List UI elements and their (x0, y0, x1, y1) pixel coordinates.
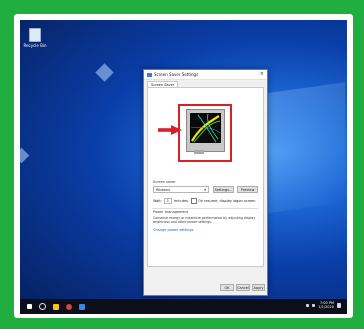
notifications-icon[interactable] (337, 302, 341, 308)
recycle-bin-label: Recycle Bin (23, 43, 47, 48)
screen-saver-app-icon (147, 72, 152, 77)
resume-logon-checkbox[interactable] (191, 198, 198, 204)
preview-button[interactable]: Preview (237, 186, 258, 193)
settings-button[interactable]: Settings... (213, 186, 234, 193)
search-icon[interactable] (39, 303, 46, 310)
dialog-title: Screen Saver Settings (154, 72, 199, 77)
start-windows-icon[interactable] (27, 304, 32, 309)
file-explorer-icon[interactable] (53, 303, 59, 310)
network-icon[interactable] (306, 303, 310, 307)
recycle-bin-icon (29, 28, 41, 42)
section-divider (152, 208, 258, 209)
preview-highlight-box (178, 104, 232, 162)
volume-icon[interactable] (312, 303, 316, 307)
red-arrow-icon (158, 125, 182, 135)
browser-icon[interactable] (66, 303, 72, 310)
wait-minutes-stepper[interactable]: 1 (163, 198, 172, 204)
chevron-down-icon: ▾ (204, 188, 206, 192)
close-icon[interactable]: × (260, 72, 264, 77)
preview-monitor-stand (194, 150, 204, 154)
ribbons-preview-graphic (190, 113, 221, 143)
wallpaper-diamond-shape (20, 147, 30, 164)
taskbar: 7:00 PM 1/1/2020 (20, 299, 347, 314)
screen-saver-settings-dialog: Screen Saver Settings × Screen Saver Scr… (143, 69, 268, 296)
wait-row: Wait: 1 minutes On resume, display logon… (153, 198, 256, 204)
power-management-label: Power management (153, 210, 189, 214)
dialog-titlebar: Screen Saver Settings × (144, 70, 267, 80)
resume-logon-label: On resume, display logon screen (198, 199, 256, 203)
change-power-settings-link[interactable]: Change power settings (153, 228, 193, 232)
screen-saver-selected-value: Ribbons (156, 188, 171, 192)
wallpaper-diamond-shape (95, 63, 114, 82)
apply-button[interactable]: Apply (252, 284, 265, 291)
screen-saver-panel: Screen saver Ribbons ▾ Settings... Previ… (147, 87, 264, 267)
preview-screen (190, 113, 221, 143)
screen-saver-dropdown[interactable]: Ribbons ▾ (153, 186, 209, 193)
wait-label: Wait: (153, 199, 162, 203)
ok-button[interactable]: OK (220, 284, 234, 291)
taskbar-clock[interactable]: 7:00 PM 1/1/2020 (318, 301, 334, 309)
screen-saver-taskbar-icon[interactable] (79, 303, 85, 310)
cancel-button[interactable]: Cancel (236, 284, 250, 291)
minutes-label: minutes (173, 199, 189, 203)
clock-date: 1/1/2020 (318, 305, 334, 309)
power-description: Conserve energy or maximize performance … (153, 216, 256, 224)
desktop: Recycle Bin Screen Saver Settings × Scre… (20, 20, 347, 314)
screen-saver-section-label: Screen saver (153, 180, 176, 184)
recycle-bin-desktop-icon[interactable]: Recycle Bin (23, 28, 47, 48)
system-tray: 7:00 PM 1/1/2020 (306, 301, 344, 309)
preview-monitor (186, 109, 225, 152)
